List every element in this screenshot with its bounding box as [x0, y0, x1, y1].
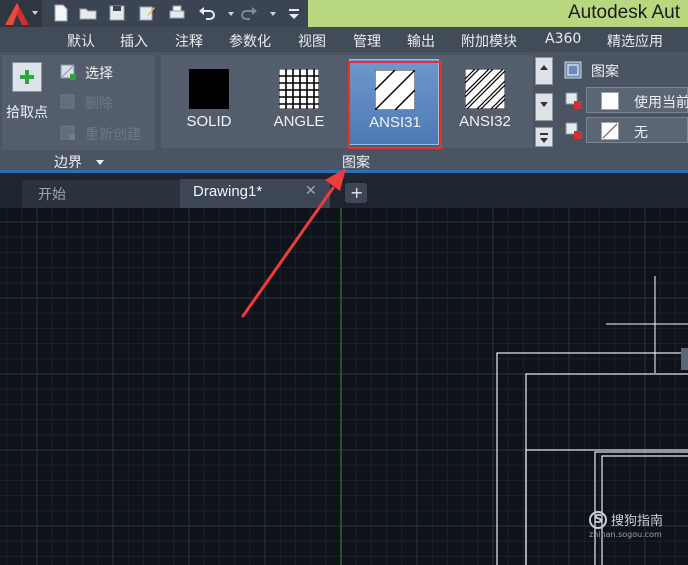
watermark-text: 搜狗指南 [611, 514, 664, 529]
recreate-boundary-button[interactable]: 重新创建 [60, 122, 152, 144]
ribbon-tab-bar: 默认 插入 注释 参数化 视图 管理 输出 附加模块 A360 精选应用 [0, 27, 688, 52]
pattern-label: ANSI32 [459, 113, 511, 130]
hatch-color-icon [565, 92, 582, 109]
pattern-label: ANGLE [273, 113, 325, 130]
app-menu-caret-icon [32, 11, 38, 15]
selection-highlight-box [348, 61, 442, 149]
cursor-tooltip-stub [681, 348, 688, 370]
recreate-boundary-label: 重新创建 [85, 127, 141, 143]
select-objects-icon [60, 64, 76, 80]
ribbon-tab-a360[interactable]: A360 [545, 31, 581, 47]
pattern-swatch-angle[interactable]: ANGLE [254, 59, 344, 145]
angle-grid-icon [279, 69, 319, 109]
gallery-scroll-up-button[interactable] [535, 57, 553, 85]
tab-drawing1[interactable]: Drawing1* ✕ [180, 179, 330, 208]
drawing-canvas[interactable] [0, 208, 688, 565]
open-folder-icon[interactable] [79, 4, 97, 22]
pattern-swatch-ansi32[interactable]: ANSI32 [440, 59, 530, 145]
remove-boundaries-label: 删除 [85, 96, 113, 112]
select-objects-label: 选择 [85, 66, 113, 82]
redo-icon[interactable] [240, 4, 258, 22]
background-color-value: 无 [634, 125, 648, 141]
pick-point-label: 拾取点 [6, 105, 48, 121]
pattern-swatch-solid[interactable]: SOLID [164, 59, 254, 145]
hatch-color-value: 使用当前 [634, 95, 688, 111]
watermark: S 搜狗指南 zhinan.sogou.com [589, 510, 679, 542]
expand-caret-icon [540, 138, 548, 143]
recreate-boundary-icon [60, 125, 75, 140]
application-menu-button[interactable] [0, 0, 42, 27]
customize-toolbar-icon[interactable] [285, 4, 303, 22]
tab-start[interactable]: 开始 [22, 180, 180, 208]
title-area: Autodesk Aut [308, 0, 688, 27]
hatch-type-label[interactable]: 图案 [591, 61, 619, 81]
title-bar: Autodesk Aut [0, 0, 688, 27]
color-swatch [601, 92, 619, 110]
new-tab-button[interactable]: + [345, 183, 367, 203]
hatch-type-icon [564, 61, 582, 79]
undo-icon[interactable] [198, 4, 216, 22]
pick-point-button[interactable]: 拾取点 [6, 62, 52, 124]
ribbon-tab-addins[interactable]: 附加模块 [461, 31, 517, 51]
boundary-panel-footer[interactable]: 边界 [2, 150, 155, 171]
select-objects-button[interactable]: 选择 [60, 61, 152, 83]
pattern-panel-title: 图案 [342, 155, 370, 171]
new-file-icon[interactable] [52, 4, 70, 22]
close-tab-icon[interactable]: ✕ [305, 183, 317, 199]
drawing-grid [0, 208, 688, 565]
tab-start-label: 开始 [38, 187, 66, 203]
remove-boundaries-button[interactable]: 删除 [60, 91, 152, 113]
quick-access-toolbar [44, 0, 308, 27]
save-icon[interactable] [108, 4, 126, 22]
save-as-icon[interactable] [138, 4, 156, 22]
ribbon-tab-insert[interactable]: 插入 [120, 31, 148, 51]
boundary-panel-title: 边界 [54, 155, 82, 171]
scroll-up-icon [540, 65, 548, 70]
solid-fill-icon [189, 69, 229, 109]
ribbon-tab-annotate[interactable]: 注释 [175, 31, 203, 51]
ansi32-hatch-icon [465, 69, 505, 109]
print-icon[interactable] [168, 4, 186, 22]
ribbon-tab-manage[interactable]: 管理 [353, 31, 381, 51]
undo-dropdown-caret-icon[interactable] [228, 12, 234, 16]
window-title: Autodesk Aut [568, 2, 680, 23]
hatch-color-dropdown[interactable]: 使用当前 [586, 87, 688, 113]
ribbon-tab-default[interactable]: 默认 [67, 31, 95, 51]
autocad-logo-icon [5, 3, 29, 25]
ribbon-tab-view[interactable]: 视图 [298, 31, 326, 51]
pick-point-icon [12, 62, 42, 92]
expand-bar-icon [540, 133, 548, 135]
background-color-dropdown[interactable]: 无 [586, 117, 688, 143]
gallery-scroll-down-button[interactable] [535, 93, 553, 121]
background-color-icon [565, 122, 582, 139]
remove-boundaries-icon [60, 94, 75, 109]
watermark-url: zhinan.sogou.com [589, 530, 662, 539]
sogou-logo-icon: S [589, 511, 607, 529]
panel-expand-caret-icon [96, 160, 104, 165]
pattern-label: SOLID [186, 113, 232, 130]
plus-icon: + [350, 183, 364, 202]
redo-dropdown-caret-icon[interactable] [270, 12, 276, 16]
ribbon-tab-featured-apps[interactable]: 精选应用 [607, 31, 663, 51]
tab-drawing-label: Drawing1* [193, 183, 263, 200]
no-color-swatch-icon [601, 122, 619, 140]
ribbon-tab-output[interactable]: 输出 [407, 31, 435, 51]
gallery-expand-button[interactable] [535, 127, 553, 147]
ribbon-tab-parametric[interactable]: 参数化 [229, 31, 271, 51]
scroll-down-icon [540, 102, 548, 107]
